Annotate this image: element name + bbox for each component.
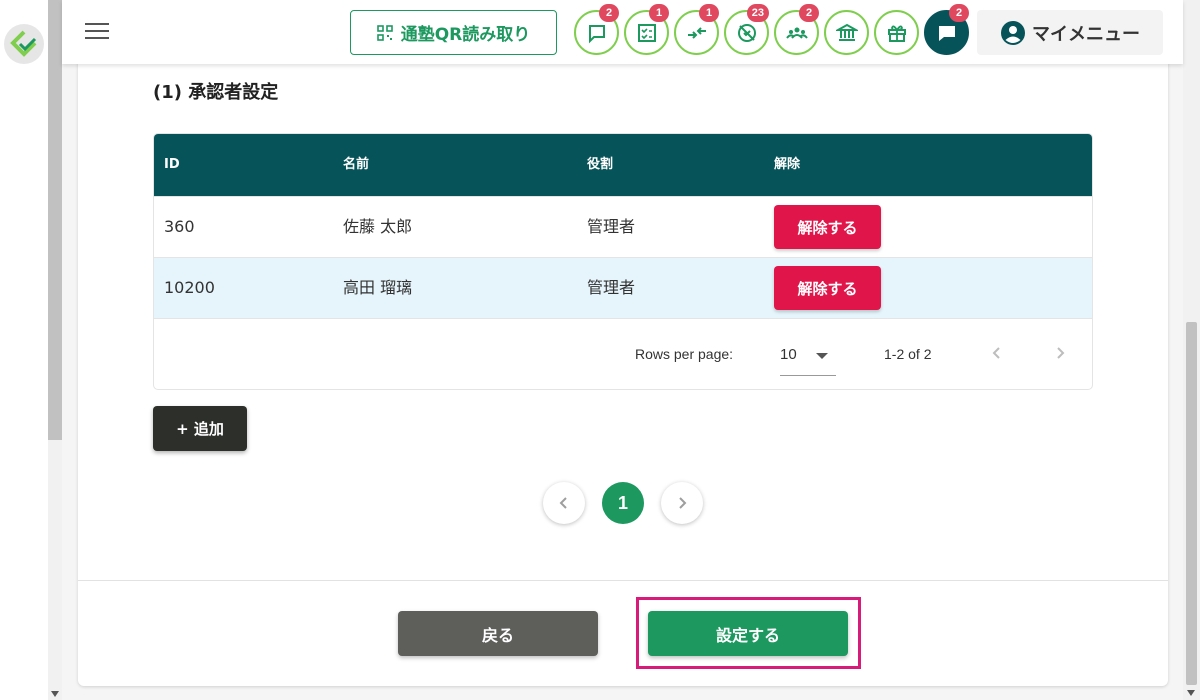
chevron-right-icon[interactable] <box>1050 343 1070 363</box>
submit-settings-button[interactable]: 設定する <box>648 611 848 656</box>
left-scrollbar[interactable] <box>48 0 62 700</box>
chevron-left-icon <box>559 497 567 509</box>
cell-role: 管理者 <box>587 278 636 297</box>
left-scrollbar-thumb[interactable] <box>48 0 62 440</box>
notification-badge: 1 <box>649 4 669 22</box>
cell-role: 管理者 <box>587 217 636 236</box>
qr-scan-label: 通塾QR読み取り <box>400 25 531 45</box>
column-header-action: 解除 <box>774 157 801 172</box>
table-footer: Rows per page: 10 1-2 of 2 <box>154 318 1092 389</box>
notification-badge: 2 <box>599 4 619 22</box>
notification-badge: 2 <box>949 4 969 22</box>
pagination-page-button[interactable]: 1 <box>602 482 644 524</box>
notification-badge: 23 <box>746 4 769 22</box>
gift-icon[interactable] <box>874 10 919 55</box>
table-row: 360 佐藤 太郎 管理者 解除する <box>154 196 1092 257</box>
qr-scan-button[interactable]: 通塾QR読み取り <box>350 10 557 55</box>
swap-arrows-icon[interactable]: 1 <box>674 4 719 55</box>
page-scrollbar-thumb[interactable] <box>1186 322 1197 685</box>
chat-bubble-icon[interactable]: 2 <box>574 4 619 55</box>
account-circle-icon <box>1001 20 1025 45</box>
top-header: 通塾QR読み取り 2 1 1 23 2 2 マイメニュー <box>62 0 1183 64</box>
hamburger-menu-icon[interactable] <box>82 18 112 46</box>
notification-badge: 2 <box>799 4 819 22</box>
footer-divider <box>78 580 1168 581</box>
main-card: (1) 承認者設定 ID 名前 役割 解除 360 佐藤 太郎 管理者 解除する… <box>78 40 1168 686</box>
remove-approver-button[interactable]: 解除する <box>774 266 881 310</box>
rows-per-page-value: 10 <box>780 346 797 363</box>
column-header-id: ID <box>164 157 180 172</box>
notification-badge: 1 <box>699 4 719 22</box>
no-attendance-icon[interactable]: 23 <box>724 4 769 55</box>
left-scroll-down-icon[interactable] <box>51 691 59 697</box>
pagination-prev-button[interactable] <box>543 482 585 524</box>
scroll-down-icon[interactable] <box>1187 690 1195 696</box>
cell-name: 佐藤 太郎 <box>343 217 413 236</box>
rows-per-page-select[interactable]: 10 <box>780 336 836 376</box>
pagination-next-button[interactable] <box>661 482 703 524</box>
app-logo-icon[interactable] <box>4 24 44 64</box>
my-menu-button[interactable]: マイメニュー <box>977 10 1163 55</box>
table-header: ID 名前 役割 解除 <box>154 134 1092 196</box>
column-header-role: 役割 <box>587 157 614 172</box>
table-row: 10200 高田 瑠璃 管理者 解除する <box>154 257 1092 318</box>
caret-down-icon <box>816 353 828 359</box>
column-header-name: 名前 <box>343 157 370 172</box>
cell-name: 高田 瑠璃 <box>343 278 413 297</box>
cell-id: 10200 <box>164 278 215 297</box>
back-button[interactable]: 戻る <box>398 611 598 656</box>
add-approver-button[interactable]: + 追加 <box>153 406 247 451</box>
rows-per-page-label: Rows per page: <box>635 346 734 362</box>
chevron-right-icon <box>679 497 687 509</box>
checklist-icon[interactable]: 1 <box>624 4 669 55</box>
page-range-text: 1-2 of 2 <box>884 346 932 362</box>
page-scrollbar[interactable] <box>1183 0 1200 700</box>
section-title: (1) 承認者設定 <box>153 82 279 103</box>
group-icon[interactable]: 2 <box>774 4 819 55</box>
message-icon[interactable]: 2 <box>924 4 969 55</box>
left-rail <box>0 0 48 700</box>
chevron-left-icon[interactable] <box>987 343 1007 363</box>
cell-id: 360 <box>164 217 195 236</box>
qr-code-icon <box>376 24 393 41</box>
my-menu-label: マイメニュー <box>1032 23 1140 45</box>
remove-approver-button[interactable]: 解除する <box>774 205 881 249</box>
bank-icon[interactable] <box>824 10 869 55</box>
approver-table: ID 名前 役割 解除 360 佐藤 太郎 管理者 解除する 10200 高田 … <box>153 133 1093 390</box>
